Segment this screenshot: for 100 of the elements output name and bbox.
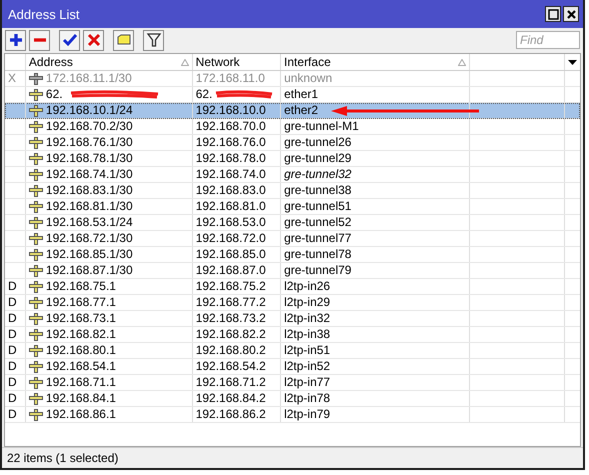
flag-text: D [8, 295, 17, 310]
address-text: 192.168.86.1 [46, 407, 116, 422]
table-row[interactable]: D 192.168.77.1 192.168.77.2 l2tp-in29 [5, 295, 580, 311]
network-text: 192.168.76.0 [196, 135, 266, 150]
close-button[interactable] [563, 6, 579, 22]
address-icon [28, 120, 43, 132]
interface-text: unknown [284, 71, 332, 86]
network-text: 192.168.54.2 [196, 359, 266, 374]
address-text: 172.168.11.1/30 [46, 71, 132, 86]
interface-text: gre-tunnel79 [284, 263, 352, 278]
address-text: 192.168.82.1 [46, 327, 116, 342]
column-header[interactable]: Address [26, 54, 193, 70]
network-text: 192.168.86.2 [196, 407, 266, 422]
address-text: 192.168.10.1/24 [46, 103, 133, 118]
interface-text: gre-tunnel-M1 [284, 119, 359, 134]
table-row[interactable]: 192.168.10.1/24 192.168.10.0 ether2 [5, 103, 580, 119]
address-text: 192.168.72.1/30 [46, 231, 133, 246]
flag-text: D [8, 311, 17, 326]
note-button[interactable] [113, 30, 134, 50]
address-icon [28, 264, 43, 276]
table-row[interactable]: 192.168.74.1/30 192.168.74.0 gre-tunnel32 [5, 167, 580, 183]
close-icon [566, 8, 576, 20]
network-text: 192.168.10.0 [196, 103, 266, 118]
add-button[interactable] [5, 30, 26, 50]
address-icon [28, 88, 43, 100]
address-icon [28, 72, 43, 84]
address-text: 192.168.76.1/30 [46, 135, 133, 150]
table-row[interactable]: D 192.168.73.1 192.168.73.2 l2tp-in32 [5, 311, 580, 327]
table-row[interactable]: D 192.168.75.1 192.168.75.2 l2tp-in26 [5, 279, 580, 295]
interface-text: ether2 [284, 103, 318, 118]
address-icon [28, 152, 43, 164]
network-text: 192.168.82.2 [196, 327, 266, 342]
network-text: 192.168.87.0 [196, 263, 266, 278]
address-icon [28, 392, 43, 404]
table-row[interactable]: 192.168.85.1/30 192.168.85.0 gre-tunnel78 [5, 247, 580, 263]
table-row[interactable]: 192.168.76.1/30 192.168.76.0 gre-tunnel26 [5, 135, 580, 151]
table-row[interactable]: 192.168.78.1/30 192.168.78.0 gre-tunnel29 [5, 151, 580, 167]
table-row[interactable]: D 192.168.86.1 192.168.86.2 l2tp-in79 [5, 407, 580, 423]
network-text: 192.168.74.0 [196, 167, 266, 182]
table-row[interactable]: 192.168.72.1/30 192.168.72.0 gre-tunnel77 [5, 231, 580, 247]
address-icon [28, 408, 43, 420]
interface-text: l2tp-in32 [284, 311, 330, 326]
remove-button[interactable] [29, 30, 50, 50]
sort-icon [458, 58, 466, 66]
flag-text: D [8, 391, 17, 406]
table-row[interactable]: D 192.168.82.1 192.168.82.2 l2tp-in38 [5, 327, 580, 343]
table-row[interactable]: 192.168.81.1/30 192.168.81.0 gre-tunnel51 [5, 199, 580, 215]
table-row[interactable]: D 192.168.80.1 192.168.80.2 l2tp-in51 [5, 343, 580, 359]
address-text: 192.168.78.1/30 [46, 151, 133, 166]
table-row[interactable]: D 192.168.54.1 192.168.54.2 l2tp-in52 [5, 359, 580, 375]
address-text: 192.168.81.1/30 [46, 199, 133, 214]
redaction-scribble [214, 90, 273, 100]
add-icon [8, 32, 24, 48]
address-text: 192.168.87.1/30 [46, 263, 133, 278]
column-header[interactable]: Network [192, 54, 282, 70]
network-text: 192.168.73.2 [196, 311, 266, 326]
interface-text: l2tp-in29 [284, 295, 330, 310]
maximize-button[interactable] [545, 6, 561, 22]
table-row[interactable]: 192.168.53.1/24 192.168.53.0 gre-tunnel52 [5, 215, 580, 231]
address-text: 192.168.54.1 [46, 359, 116, 374]
address-icon [28, 248, 43, 260]
table-row[interactable]: 192.168.87.1/30 192.168.87.0 gre-tunnel79 [5, 263, 580, 279]
network-text: 192.168.71.2 [196, 375, 266, 390]
checkmark-button[interactable] [59, 30, 80, 50]
interface-text: l2tp-in52 [284, 359, 330, 374]
interface-text: ether1 [284, 87, 318, 102]
address-text: 192.168.70.2/30 [46, 119, 133, 134]
maximize-icon [548, 8, 558, 20]
network-text: 192.168.85.0 [196, 247, 266, 262]
network-text: 62. [196, 87, 212, 102]
network-text: 192.168.80.2 [196, 343, 266, 358]
interface-text: l2tp-in77 [284, 375, 330, 390]
interface-text: gre-tunnel78 [284, 247, 352, 262]
address-text: 192.168.84.1 [46, 391, 116, 406]
network-text: 192.168.53.0 [196, 215, 266, 230]
address-text: 192.168.71.1 [46, 375, 116, 390]
address-text: 62. [46, 87, 63, 102]
dropdown-icon [568, 60, 577, 64]
address-text: 192.168.73.1 [46, 311, 116, 326]
table-row[interactable]: 192.168.83.1/30 192.168.83.0 gre-tunnel38 [5, 183, 580, 199]
address-icon [28, 280, 43, 292]
filter-button[interactable] [143, 30, 164, 50]
network-text: 172.168.11.0 [196, 71, 265, 86]
address-icon [28, 184, 43, 196]
table-row[interactable]: D 192.168.84.1 192.168.84.2 l2tp-in78 [5, 391, 580, 407]
table-row[interactable]: D 192.168.71.1 192.168.71.2 l2tp-in77 [5, 375, 580, 391]
column-header[interactable]: Interface [281, 54, 470, 70]
table-row[interactable]: 192.168.70.2/30 192.168.70.0 gre-tunnel-M1 [5, 119, 580, 135]
cross-button[interactable] [83, 30, 104, 50]
checkmark-icon [62, 32, 78, 48]
search-field[interactable]: Find [516, 31, 580, 49]
address-icon [28, 136, 43, 148]
interface-text: gre-tunnel32 [284, 167, 352, 182]
network-text: 192.168.75.2 [196, 279, 266, 294]
interface-text: gre-tunnel29 [284, 151, 352, 166]
interface-text: l2tp-in26 [284, 279, 330, 294]
flag-text: D [8, 327, 17, 342]
network-text: 192.168.78.0 [196, 151, 266, 166]
address-icon [28, 104, 43, 116]
network-text: 192.168.70.0 [196, 119, 266, 134]
